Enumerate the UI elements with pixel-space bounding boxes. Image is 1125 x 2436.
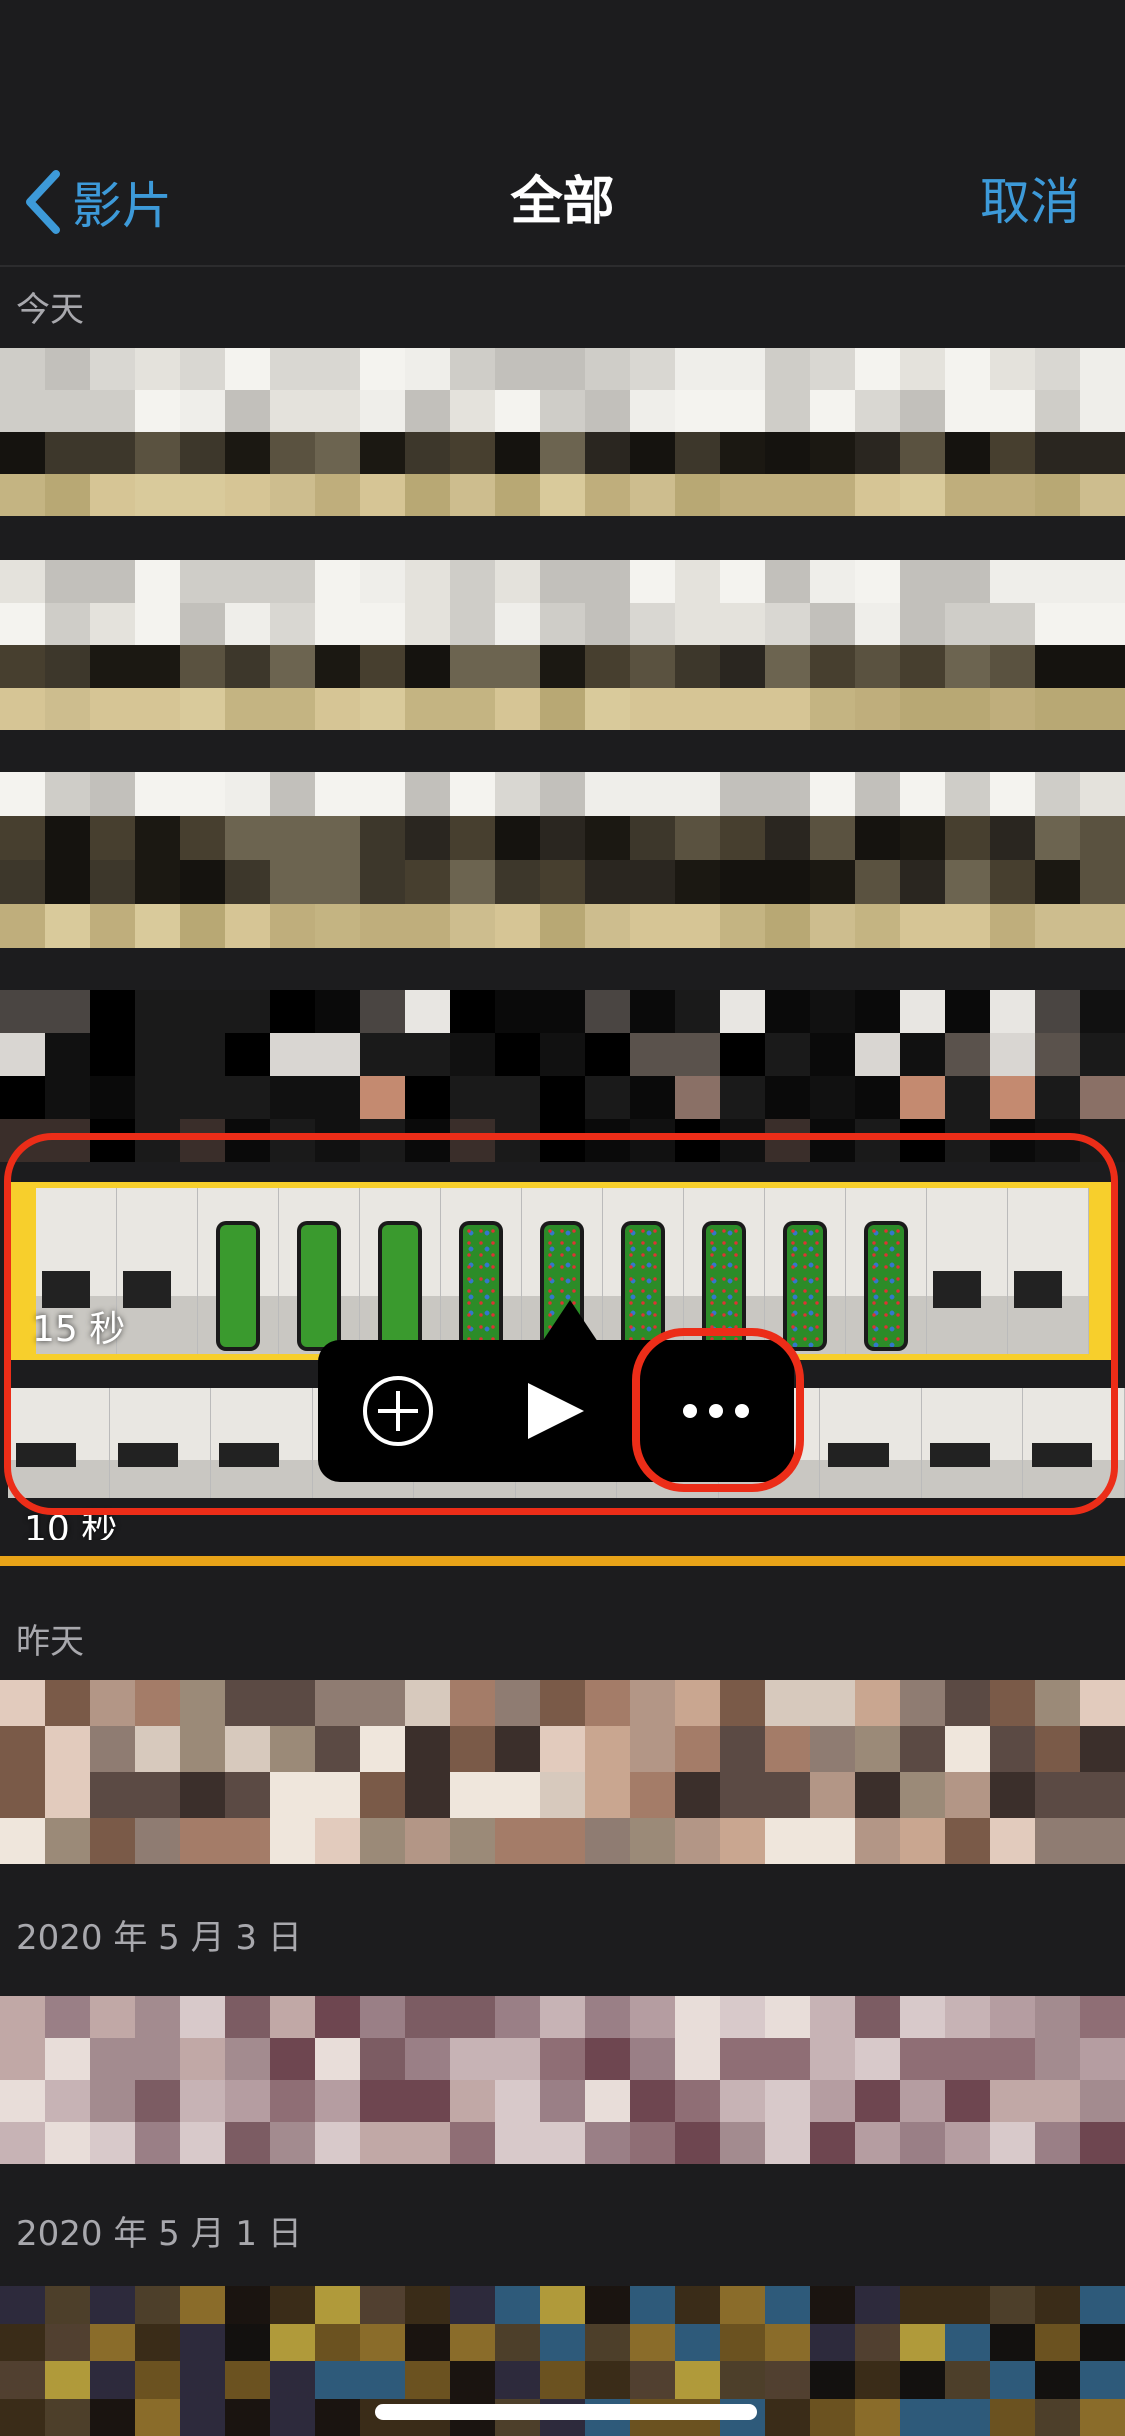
section-header-date: 2020 年 5 月 1 日 (16, 2214, 302, 2254)
clip-thumbnails (0, 1996, 1125, 2164)
video-clip[interactable] (0, 1996, 1125, 2164)
section-header-today: 今天 (16, 290, 84, 330)
video-clip[interactable] (0, 1680, 1125, 1864)
video-clip[interactable] (0, 560, 1125, 730)
clip-thumbnails (0, 1680, 1125, 1864)
annotation-highlight-clip (4, 1133, 1118, 1515)
annotation-highlight-more-button (632, 1328, 804, 1492)
cancel-button[interactable]: 取消 (980, 162, 1080, 242)
section-header-date: 2020 年 5 月 3 日 (16, 1918, 302, 1958)
home-indicator (375, 2404, 757, 2420)
clip-thumbnails (0, 772, 1125, 948)
navigation-bar: 影片 全部 取消 (0, 140, 1125, 267)
clip-thumbnails (0, 560, 1125, 730)
section-header-yesterday: 昨天 (16, 1622, 84, 1662)
status-bar (0, 0, 1125, 140)
clip-divider (0, 1556, 1125, 1566)
page-title: 全部 (510, 172, 615, 232)
clip-thumbnails (0, 348, 1125, 516)
video-clip[interactable] (0, 348, 1125, 516)
video-clip[interactable] (0, 772, 1125, 948)
